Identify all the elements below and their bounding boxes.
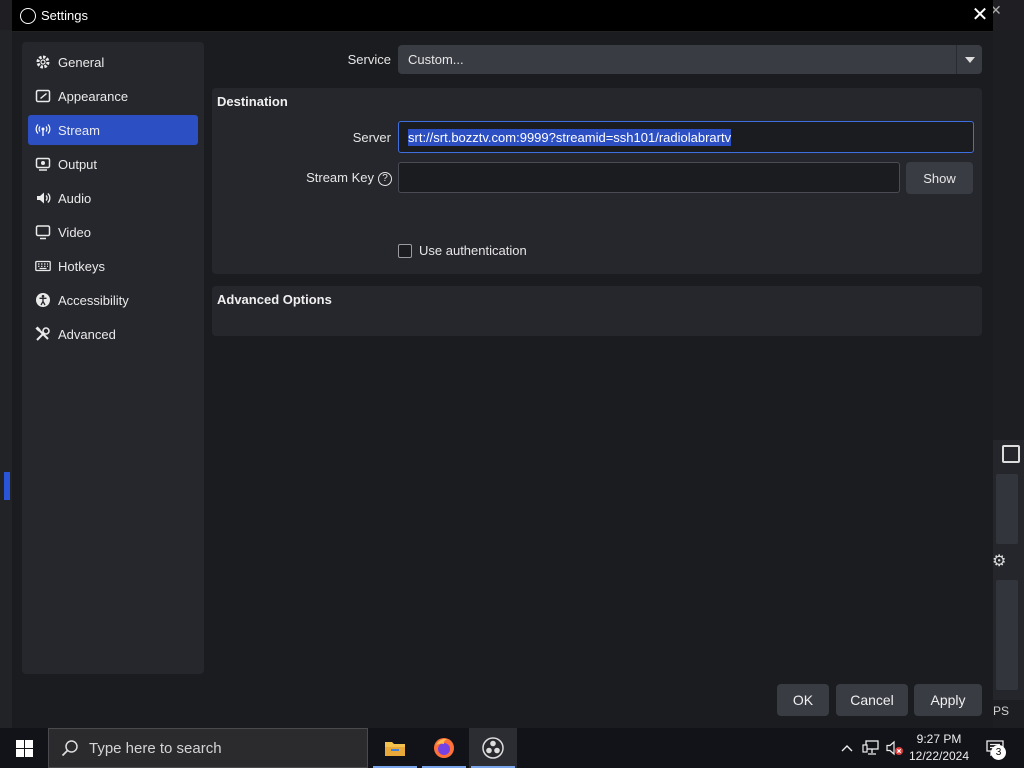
- sidebar-item-label: Audio: [58, 190, 92, 206]
- background-gear-icon: ⚙: [992, 553, 1007, 570]
- file-explorer-icon: [385, 742, 405, 756]
- output-icon: [35, 156, 51, 172]
- server-label: Server: [352, 130, 391, 145]
- advanced-options-title: Advanced Options: [217, 292, 332, 307]
- close-icon[interactable]: ✕: [970, 4, 990, 26]
- sidebar-item-stream[interactable]: Stream: [28, 115, 198, 145]
- windows-start-button[interactable]: [0, 728, 48, 768]
- sidebar-item-general[interactable]: General: [28, 47, 198, 77]
- settings-sidebar: General Appearance Stream Output Audio V…: [22, 42, 204, 674]
- tray-volume[interactable]: [884, 728, 906, 768]
- sidebar-item-label: General: [58, 54, 105, 70]
- keyboard-icon: [35, 258, 51, 274]
- broadcast-icon: [35, 122, 51, 138]
- clock-date: 12/22/2024: [908, 749, 970, 763]
- tray-network[interactable]: [860, 728, 882, 768]
- advanced-options-group: Advanced Options: [212, 286, 982, 336]
- sidebar-item-label: Advanced: [58, 326, 116, 342]
- background-popout-icon: [1002, 445, 1020, 463]
- obs-logo-icon: [20, 8, 36, 24]
- sidebar-item-hotkeys[interactable]: Hotkeys: [28, 251, 198, 281]
- taskbar-search-box[interactable]: Type here to search: [48, 728, 368, 768]
- stream-settings-panel: Service Custom... Destination Server srt…: [212, 42, 982, 674]
- chevron-down-icon[interactable]: [956, 45, 982, 74]
- tray-overflow-button[interactable]: [838, 728, 856, 768]
- monitor-icon: [35, 224, 51, 240]
- taskbar-obs[interactable]: [469, 728, 517, 768]
- cancel-button[interactable]: Cancel: [836, 684, 908, 716]
- volume-muted-icon: [886, 740, 903, 756]
- background-fps-text: PS: [993, 704, 1010, 718]
- background-window-left-edge: [0, 30, 12, 730]
- sidebar-item-label: Stream: [58, 122, 100, 138]
- destination-title: Destination: [217, 94, 288, 109]
- service-label: Service: [347, 52, 391, 67]
- clock-time: 9:27 PM: [916, 732, 962, 746]
- background-button: [996, 580, 1018, 618]
- help-icon[interactable]: ?: [378, 171, 392, 186]
- sidebar-item-label: Appearance: [58, 88, 129, 104]
- sidebar-item-output[interactable]: Output: [28, 149, 198, 179]
- obs-icon: [482, 737, 504, 759]
- use-authentication-label[interactable]: Use authentication: [419, 243, 527, 258]
- service-dropdown[interactable]: Custom...: [398, 45, 982, 74]
- windows-logo-icon: [15, 739, 33, 757]
- dialog-titlebar: Settings ✕: [12, 0, 993, 32]
- service-dropdown-value: Custom...: [408, 52, 464, 67]
- background-button: [996, 616, 1018, 654]
- stream-key-input[interactable]: [398, 162, 900, 193]
- sidebar-item-audio[interactable]: Audio: [28, 183, 198, 213]
- server-input-value: srt://srt.bozztv.com:9999?streamid=ssh10…: [408, 128, 732, 146]
- use-authentication-checkbox[interactable]: [398, 244, 412, 258]
- accessibility-icon: [35, 292, 51, 308]
- appearance-icon: [35, 88, 51, 104]
- sidebar-item-accessibility[interactable]: Accessibility: [28, 285, 198, 315]
- chevron-up-icon: [841, 745, 853, 752]
- ok-button[interactable]: OK: [777, 684, 829, 716]
- search-icon: [61, 740, 78, 757]
- stream-key-label: Stream Key: [306, 170, 374, 185]
- search-placeholder: Type here to search: [89, 739, 222, 757]
- background-button: [996, 506, 1018, 544]
- taskbar-file-explorer[interactable]: [371, 728, 419, 768]
- destination-group: Destination Server srt://srt.bozztv.com:…: [212, 88, 982, 274]
- windows-taskbar: Type here to search 9:27 PM 12/22/2024 3: [0, 728, 1024, 768]
- sidebar-item-label: Accessibility: [58, 292, 129, 308]
- tools-icon: [35, 326, 51, 342]
- sidebar-item-advanced[interactable]: Advanced: [28, 319, 198, 349]
- speaker-icon: [35, 190, 51, 206]
- taskbar-firefox[interactable]: [420, 728, 468, 768]
- sidebar-item-label: Hotkeys: [58, 258, 105, 274]
- gear-icon: [35, 54, 51, 70]
- server-input[interactable]: srt://srt.bozztv.com:9999?streamid=ssh10…: [398, 121, 974, 153]
- background-button: [996, 652, 1018, 690]
- sidebar-item-label: Output: [58, 156, 98, 172]
- notification-count-badge: 3: [991, 745, 1006, 760]
- dialog-title: Settings: [41, 8, 88, 23]
- firefox-icon: [434, 738, 454, 758]
- stream-key-label-row: Stream Key?: [272, 170, 392, 186]
- sidebar-item-label: Video: [58, 224, 92, 240]
- show-key-button[interactable]: Show: [906, 162, 973, 194]
- apply-button[interactable]: Apply: [914, 684, 982, 716]
- taskbar-clock[interactable]: 9:27 PM 12/22/2024: [904, 731, 974, 765]
- background-selected-item: [4, 472, 10, 500]
- sidebar-item-appearance[interactable]: Appearance: [28, 81, 198, 111]
- sidebar-item-video[interactable]: Video: [28, 217, 198, 247]
- network-icon: [862, 740, 879, 755]
